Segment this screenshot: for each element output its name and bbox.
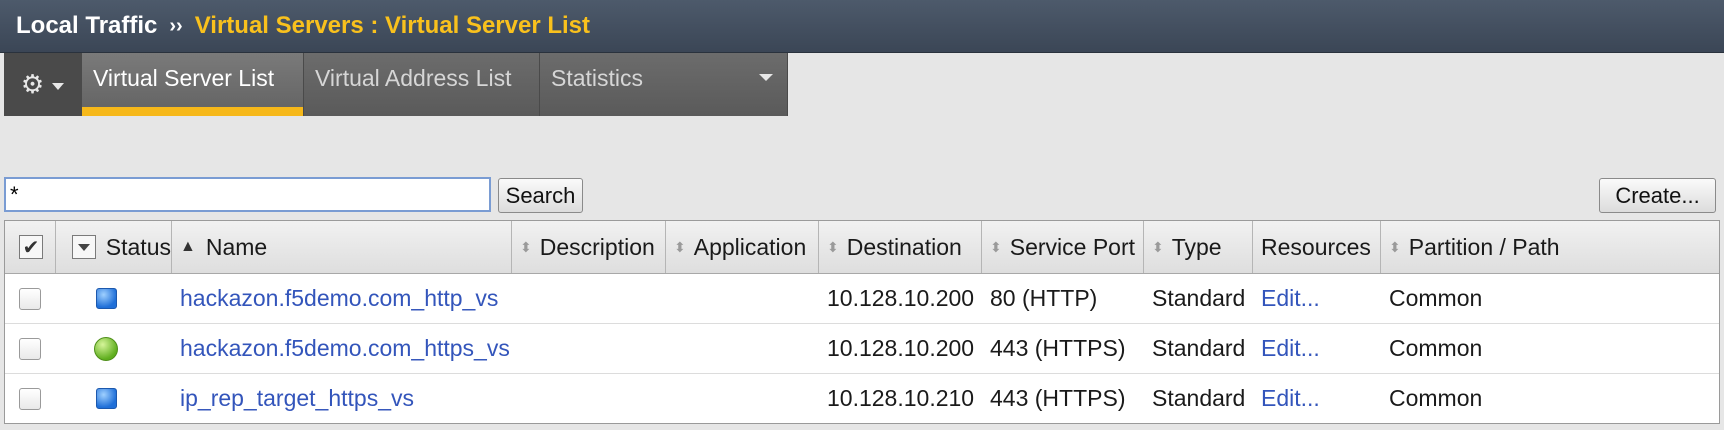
description-cell — [512, 274, 666, 323]
chevron-down-icon[interactable] — [759, 74, 773, 81]
sort-icon: ⬍ — [990, 239, 1002, 255]
destination-cell: 10.128.10.210 — [827, 385, 975, 411]
sort-icon: ⬍ — [520, 239, 532, 255]
type-cell: Standard — [1152, 285, 1246, 311]
partition-cell: Common — [1389, 385, 1483, 411]
gear-icon: ⚙ — [20, 69, 45, 99]
description-cell — [512, 324, 666, 373]
tab-bar: ⚙ Virtual Server List Virtual Address Li… — [4, 53, 788, 117]
partition-cell: Common — [1389, 335, 1483, 361]
service-port-header[interactable]: ⬍ Service Port — [982, 221, 1144, 273]
destination-header[interactable]: ⬍ Destination — [819, 221, 982, 273]
virtual-server-table: ✔ Status ▲ Name ⬍ Description ⬍ Applicat… — [4, 220, 1720, 424]
search-input[interactable] — [4, 177, 491, 212]
create-button[interactable]: Create... — [1599, 178, 1716, 213]
description-cell — [512, 374, 666, 423]
destination-cell: 10.128.10.200 — [827, 285, 975, 311]
status-blue-square-icon — [96, 288, 117, 309]
status-cell — [56, 374, 172, 423]
select-all-cell: ✔ — [5, 221, 56, 273]
resources-edit-link[interactable]: Edit... — [1253, 324, 1381, 373]
partition-header-label: Partition / Path — [1408, 233, 1560, 260]
status-cell — [56, 274, 172, 323]
tab-virtual-address-list[interactable]: Virtual Address List — [304, 53, 540, 116]
application-cell — [666, 274, 819, 323]
row-select-cell — [5, 374, 56, 423]
row-checkbox[interactable] — [19, 287, 41, 310]
status-header: Status — [56, 221, 172, 273]
row-select-cell — [5, 324, 56, 373]
resources-header: Resources — [1253, 221, 1381, 273]
type-cell: Standard — [1152, 335, 1246, 361]
description-header[interactable]: ⬍ Description — [512, 221, 666, 273]
sort-ascending-icon: ▲ — [180, 238, 196, 255]
sort-icon: ⬍ — [827, 239, 839, 255]
sort-icon: ⬍ — [1389, 239, 1401, 255]
application-cell — [666, 374, 819, 423]
type-header[interactable]: ⬍ Type — [1144, 221, 1253, 273]
virtual-server-name-link[interactable]: ip_rep_target_https_vs — [172, 374, 512, 423]
status-blue-square-icon — [96, 388, 117, 409]
partition-cell: Common — [1389, 285, 1483, 311]
service-port-header-label: Service Port — [1009, 233, 1135, 260]
status-green-circle-icon — [94, 336, 118, 361]
name-header[interactable]: ▲ Name — [172, 221, 512, 273]
table-row: hackazon.f5demo.com_http_vs 10.128.10.20… — [5, 274, 1719, 324]
resources-edit-link[interactable]: Edit... — [1253, 274, 1381, 323]
sort-icon: ⬍ — [1152, 239, 1164, 255]
status-filter-dropdown[interactable] — [72, 235, 96, 259]
breadcrumb-current: Virtual Servers : Virtual Server List — [194, 12, 591, 39]
chevron-down-icon — [77, 243, 90, 251]
tab-statistics[interactable]: Statistics — [540, 53, 788, 116]
partition-header[interactable]: ⬍ Partition / Path — [1381, 221, 1719, 273]
table-header: ✔ Status ▲ Name ⬍ Description ⬍ Applicat… — [5, 221, 1719, 274]
service-port-cell: 443 (HTTPS) — [990, 385, 1126, 411]
service-port-cell: 80 (HTTP) — [990, 285, 1098, 311]
breadcrumb-root[interactable]: Local Traffic — [16, 12, 157, 40]
virtual-server-name-link[interactable]: hackazon.f5demo.com_https_vs — [172, 324, 512, 373]
row-checkbox[interactable] — [19, 337, 41, 360]
search-button[interactable]: Search — [498, 178, 583, 213]
destination-header-label: Destination — [846, 233, 962, 260]
select-all-checkbox[interactable]: ✔ — [19, 235, 43, 259]
row-checkbox[interactable] — [19, 387, 41, 410]
service-port-cell: 443 (HTTPS) — [990, 335, 1126, 361]
table-row: hackazon.f5demo.com_https_vs 10.128.10.2… — [5, 324, 1719, 374]
application-cell — [666, 324, 819, 373]
type-cell: Standard — [1152, 385, 1246, 411]
chevron-down-icon — [52, 83, 65, 90]
resources-edit-link[interactable]: Edit... — [1253, 374, 1381, 423]
settings-menu-button[interactable]: ⚙ — [4, 53, 82, 116]
name-header-label: Name — [205, 233, 268, 260]
destination-cell: 10.128.10.200 — [827, 335, 975, 361]
breadcrumb: Local Traffic ›› Virtual Servers : Virtu… — [0, 0, 1724, 53]
breadcrumb-separator: ›› — [169, 14, 183, 37]
description-header-label: Description — [539, 233, 655, 260]
row-select-cell — [5, 274, 56, 323]
application-header[interactable]: ⬍ Application — [666, 221, 819, 273]
application-header-label: Application — [693, 233, 807, 260]
virtual-server-name-link[interactable]: hackazon.f5demo.com_http_vs — [172, 274, 512, 323]
status-header-label: Status — [105, 233, 171, 260]
sort-icon: ⬍ — [674, 239, 686, 255]
tab-virtual-server-list[interactable]: Virtual Server List — [82, 53, 304, 116]
table-row: ip_rep_target_https_vs 10.128.10.210 443… — [5, 374, 1719, 423]
type-header-label: Type — [1171, 233, 1222, 260]
tab-statistics-label: Statistics — [551, 65, 644, 91]
status-cell — [56, 324, 172, 373]
